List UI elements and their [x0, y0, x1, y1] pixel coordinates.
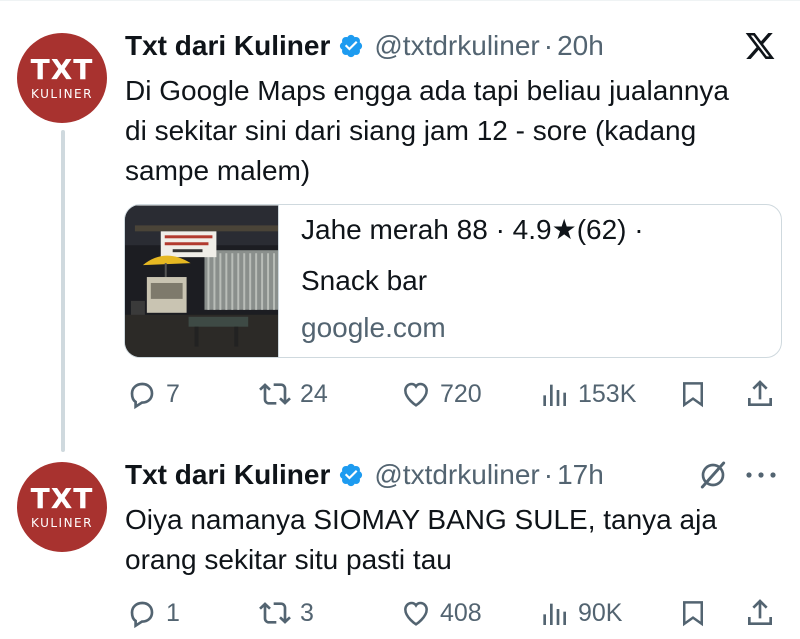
avatar-subtitle: KULINER — [31, 516, 93, 530]
tweet-actions: 7 24 720 153K — [126, 376, 786, 412]
tweet-text: Oiya namanya SIOMAY BANG SULE, tanya aja… — [125, 500, 790, 580]
avatar-initials: TXT — [30, 53, 94, 86]
tweet-text-line: orang sekitar situ pasti tau — [125, 544, 452, 575]
bookmark-button[interactable] — [678, 595, 708, 631]
reply-count: 7 — [166, 379, 180, 408]
tweet-text-line: di sekitar sini dari siang jam 12 - sore… — [125, 115, 697, 146]
views-bars-icon — [543, 603, 566, 625]
like-count: 720 — [440, 379, 482, 408]
repost-button[interactable]: 3 — [258, 595, 314, 631]
avatar-subtitle: KULINER — [31, 87, 93, 101]
verified-badge-icon — [340, 463, 363, 487]
repost-icon — [259, 383, 291, 405]
timestamp[interactable]: 20h — [557, 30, 604, 62]
views-button[interactable]: 90K — [538, 595, 622, 631]
like-button[interactable]: 408 — [400, 595, 482, 631]
reply-button[interactable]: 7 — [126, 376, 180, 412]
reply-icon — [130, 601, 154, 629]
handle[interactable]: @txtdrkuliner — [374, 459, 539, 491]
display-name[interactable]: Txt dari Kuliner — [125, 30, 330, 62]
views-count: 153K — [578, 379, 637, 408]
tweet-actions: 1 3 408 90K — [126, 595, 786, 631]
heart-icon — [404, 601, 428, 626]
card-category: Snack bar — [301, 265, 428, 296]
card-title: Jahe merah 88 · 4.9★(62) · — [301, 214, 644, 245]
reply-icon — [130, 382, 154, 410]
tweet-text-line: Di Google Maps engga ada tapi beliau jua… — [125, 75, 729, 106]
like-button[interactable]: 720 — [400, 376, 482, 412]
more-dots-icon[interactable] — [744, 470, 778, 480]
top-divider — [0, 0, 800, 8]
views-count: 90K — [578, 598, 623, 627]
share-icon — [748, 380, 772, 406]
repost-icon — [259, 602, 291, 624]
x-logo-icon — [745, 33, 775, 59]
verified-badge-icon — [340, 34, 363, 58]
share-icon — [748, 599, 772, 625]
grok-slash-icon[interactable] — [697, 459, 729, 491]
tweet-header: Txt dari Kuliner @txtdrkuliner · 17h — [125, 457, 604, 493]
storefront-thumbnail-image — [125, 205, 279, 357]
tweet-header: Txt dari Kuliner @txtdrkuliner · 20h — [125, 28, 604, 64]
views-button[interactable]: 153K — [538, 376, 636, 412]
like-count: 408 — [440, 598, 482, 627]
thread-connector-line — [61, 130, 65, 452]
reply-count: 1 — [166, 598, 180, 627]
avatar[interactable]: TXT KULINER — [17, 33, 107, 123]
separator-dot: · — [543, 459, 554, 490]
link-card[interactable]: Jahe merah 88 · 4.9★(62) · Snack bar goo… — [124, 204, 782, 358]
bookmark-button[interactable] — [678, 376, 708, 412]
timestamp[interactable]: 17h — [557, 459, 604, 491]
avatar[interactable]: TXT KULINER — [17, 462, 107, 552]
avatar-initials: TXT — [30, 482, 94, 515]
repost-button[interactable]: 24 — [258, 376, 328, 412]
reply-button[interactable]: 1 — [126, 595, 180, 631]
bookmark-icon — [683, 382, 703, 408]
repost-count: 24 — [300, 379, 328, 408]
tweet-text-line: sampe malem) — [125, 155, 311, 186]
views-bars-icon — [543, 384, 566, 406]
tweet-text: Di Google Maps engga ada tapi beliau jua… — [125, 71, 790, 191]
share-button[interactable] — [744, 595, 776, 631]
share-button[interactable] — [744, 376, 776, 412]
heart-icon — [404, 382, 428, 407]
handle[interactable]: @txtdrkuliner — [374, 30, 539, 62]
bookmark-icon — [683, 601, 703, 627]
display-name[interactable]: Txt dari Kuliner — [125, 459, 330, 491]
repost-count: 3 — [300, 598, 314, 627]
separator-dot: · — [543, 30, 554, 61]
tweet-text-line: Oiya namanya SIOMAY BANG SULE, tanya aja — [125, 504, 717, 535]
card-domain: google.com — [301, 312, 446, 343]
